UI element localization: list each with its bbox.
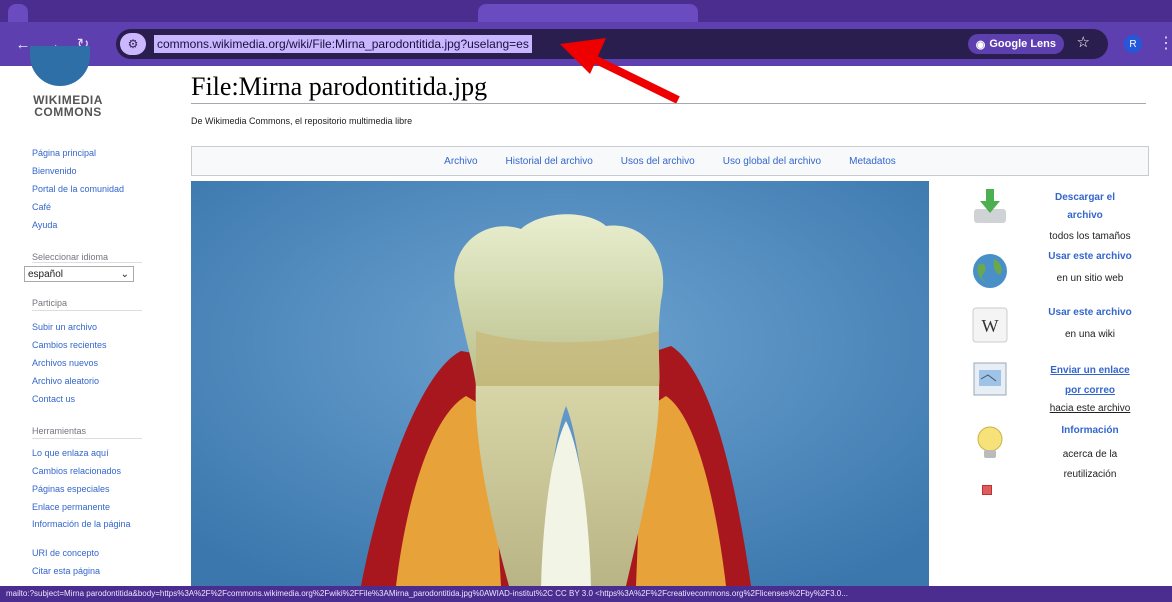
tab-global-usage[interactable]: Uso global del archivo	[723, 156, 821, 167]
sidebar-item-help[interactable]: Ayuda	[32, 220, 57, 230]
use-web-subtitle: en un sitio web	[1056, 273, 1124, 284]
chevron-down-icon: ⌄	[120, 268, 129, 280]
sidebar-item-what-links-here[interactable]: Lo que enlaza aquí	[32, 448, 109, 458]
bookmark-star-icon[interactable]: ☆	[1077, 33, 1090, 51]
info-subtitle-line-2: reutilización	[1063, 469, 1117, 480]
divider	[32, 310, 142, 311]
globe-icon[interactable]	[970, 251, 1010, 291]
file-tabs: Archivo Historial del archivo Usos del a…	[191, 146, 1149, 176]
url-text[interactable]: commons.wikimedia.org/wiki/File:Mirna_pa…	[154, 35, 532, 53]
tab-previous[interactable]	[8, 4, 28, 22]
download-icon[interactable]	[970, 187, 1010, 227]
title-divider	[191, 103, 1146, 104]
language-select-value: español	[28, 268, 64, 280]
broken-image-icon	[982, 485, 992, 495]
email-icon[interactable]	[970, 359, 1010, 399]
tooth-illustration	[191, 181, 929, 586]
sidebar-item-recent-changes[interactable]: Cambios recientes	[32, 340, 107, 350]
use-wiki-subtitle: en una wiki	[1064, 329, 1116, 340]
download-subtitle: todos los tamaños	[1049, 231, 1131, 242]
sidebar-item-cafe[interactable]: Café	[32, 202, 51, 212]
email-subtitle: hacia este archivo	[1049, 403, 1131, 414]
profile-avatar[interactable]: R	[1124, 35, 1142, 53]
logo-line-2: COMMONS	[34, 105, 102, 119]
sidebar-item-permanent-link[interactable]: Enlace permanente	[32, 502, 110, 512]
lens-icon: ◉	[975, 38, 986, 51]
download-link[interactable]: Descargar el archivo	[1025, 189, 1145, 225]
sidebar-item-page-info[interactable]: Información de la página	[32, 519, 132, 530]
tab-file-history[interactable]: Historial del archivo	[506, 156, 593, 167]
sidebar-item-community-portal[interactable]: Portal de la comunidad	[32, 184, 124, 194]
logo-text[interactable]: WIKIMEDIA COMMONS	[8, 94, 128, 118]
use-web-link[interactable]: Usar este archivo	[1030, 251, 1150, 262]
use-wiki-link[interactable]: Usar este archivo	[1030, 307, 1150, 318]
sidebar: WIKIMEDIA COMMONS Página principal Bienv…	[0, 46, 175, 586]
language-select[interactable]: español ⌄	[24, 266, 134, 282]
site-settings-icon[interactable]: ⚙	[120, 33, 146, 55]
svg-text:W: W	[982, 316, 999, 336]
tab-metadata[interactable]: Metadatos	[849, 156, 896, 167]
download-title-line-2: archivo	[1067, 210, 1103, 221]
tab-active[interactable]	[478, 4, 698, 22]
status-link-preview: mailto:?subject=Mirna parodontitida&body…	[6, 589, 848, 598]
language-heading: Seleccionar idioma	[32, 252, 109, 262]
sidebar-item-related-changes[interactable]: Cambios relacionados	[32, 466, 121, 476]
sidebar-item-concept-uri[interactable]: URI de concepto	[32, 548, 99, 558]
tab-file[interactable]: Archivo	[444, 156, 477, 167]
tools-heading: Herramientas	[32, 426, 87, 436]
google-lens-button[interactable]: ◉ Google Lens	[967, 34, 1064, 54]
download-title-line-1: Descargar el	[1054, 192, 1116, 203]
divider	[32, 262, 142, 263]
participate-heading: Participa	[32, 298, 68, 308]
sidebar-item-cite-page[interactable]: Citar esta página	[32, 566, 100, 576]
email-title-line-2: por correo	[1064, 385, 1115, 396]
sidebar-item-contact[interactable]: Contact us	[32, 394, 75, 404]
info-subtitle-line-1: acerca de la	[1062, 449, 1118, 460]
email-link[interactable]: Enviar un enlace por correo	[1030, 361, 1150, 401]
sidebar-item-special-pages[interactable]: Páginas especiales	[32, 484, 110, 494]
info-subtitle: acerca de la reutilización	[1030, 445, 1150, 485]
sidebar-item-upload[interactable]: Subir un archivo	[32, 322, 97, 332]
tab-file-usage[interactable]: Usos del archivo	[621, 156, 695, 167]
page-subtitle: De Wikimedia Commons, el repositorio mul…	[191, 116, 413, 126]
email-title-line-1: Enviar un enlace	[1050, 365, 1130, 376]
sidebar-item-new-files[interactable]: Archivos nuevos	[32, 358, 98, 368]
status-bar: mailto:?subject=Mirna parodontitida&body…	[0, 586, 1172, 602]
page-title: File:Mirna parodontitida.jpg	[191, 72, 488, 101]
lens-label: Google Lens	[989, 38, 1056, 50]
wikipedia-w-icon[interactable]: W	[970, 305, 1010, 345]
file-image[interactable]	[191, 181, 929, 586]
lightbulb-icon[interactable]	[970, 423, 1010, 463]
sidebar-item-welcome[interactable]: Bienvenido	[32, 166, 77, 176]
divider	[32, 438, 142, 439]
menu-kebab-icon[interactable]: ⋮	[1158, 33, 1172, 53]
tab-strip	[0, 0, 1172, 22]
info-link[interactable]: Información	[1030, 425, 1150, 436]
sidebar-item-main-page[interactable]: Página principal	[32, 148, 96, 158]
file-actions: Descargar el archivo todos los tamaños U…	[970, 181, 1150, 511]
wikimedia-logo-icon	[30, 46, 90, 86]
sidebar-item-random-file[interactable]: Archivo aleatorio	[32, 376, 99, 386]
main-content: File:Mirna parodontitida.jpg De Wikimedi…	[175, 66, 1172, 586]
